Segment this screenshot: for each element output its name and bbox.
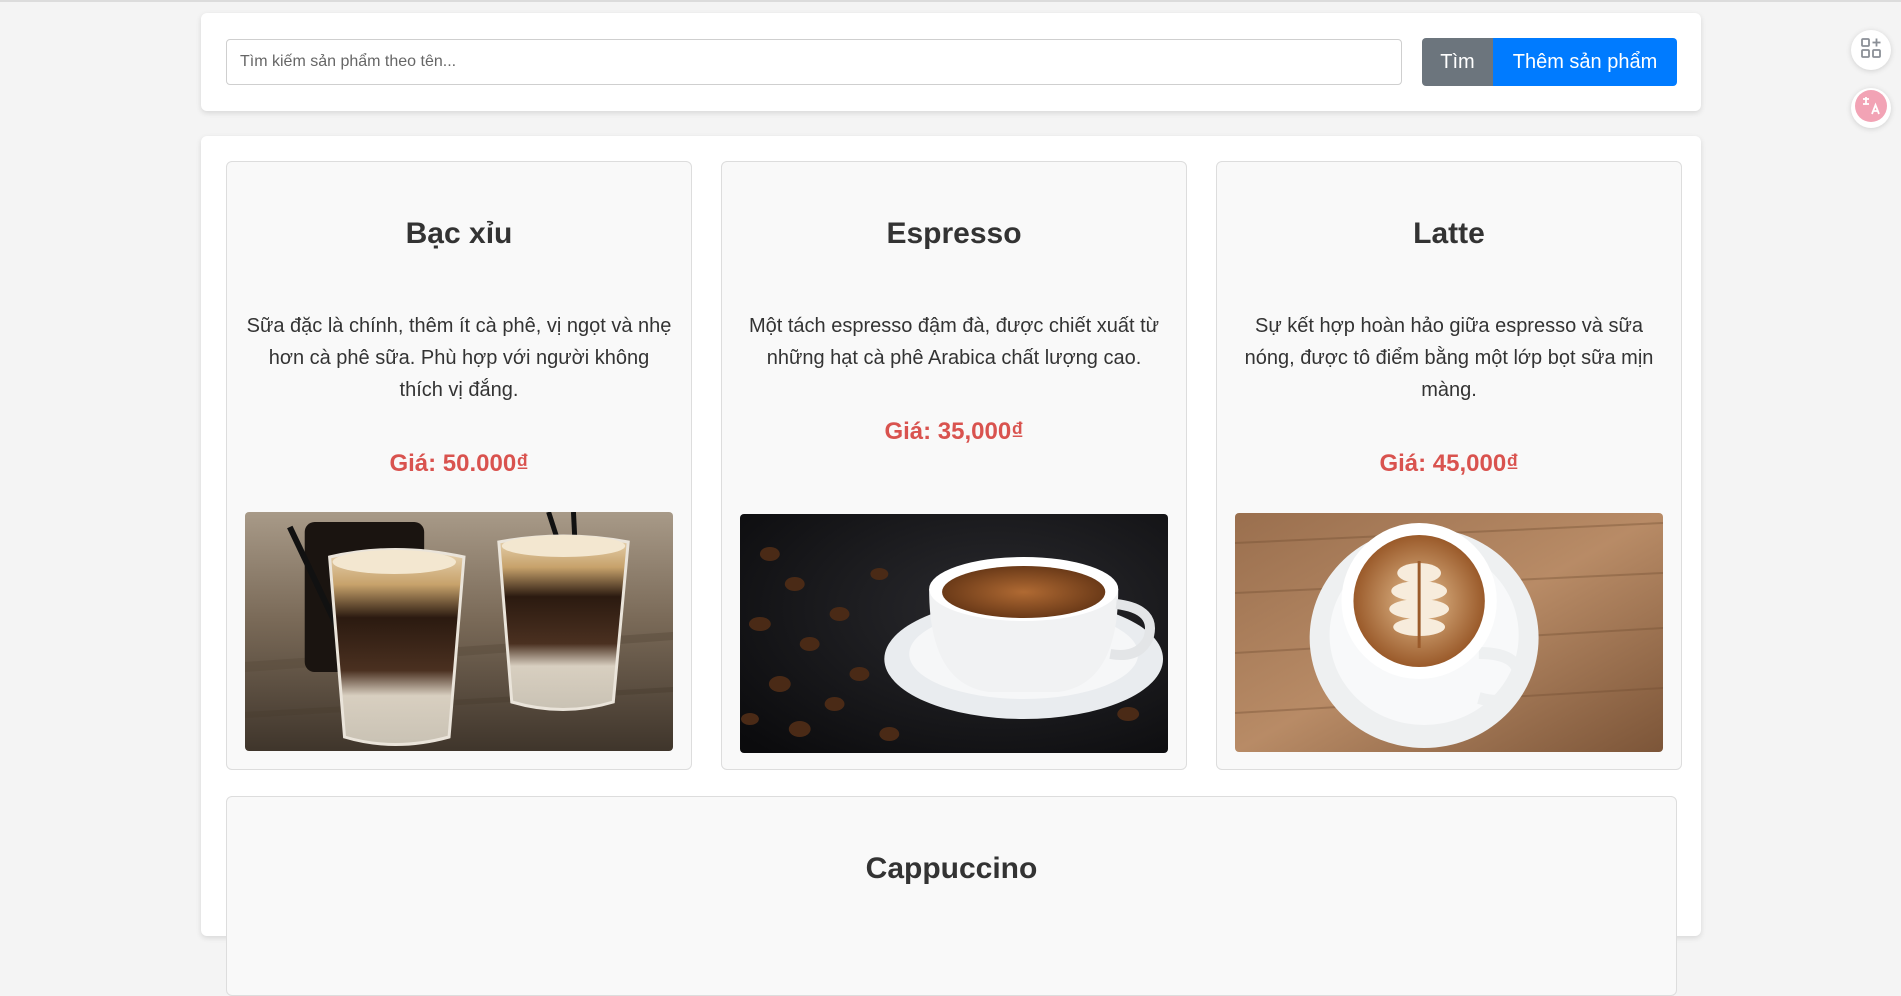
search-input[interactable] (226, 39, 1402, 85)
search-panel: Tìm Thêm sản phẩm (201, 13, 1701, 111)
translate-icon (1854, 89, 1888, 128)
product-description: Sữa đặc là chính, thêm ít cà phê, vị ngọ… (246, 315, 672, 401)
product-image (245, 512, 673, 751)
product-card[interactable]: Latte Sự kết hợp hoàn hảo giữa espresso … (1216, 161, 1682, 770)
product-price: Giá: 50.000₫ (389, 450, 529, 477)
side-tool-button[interactable] (1851, 30, 1891, 70)
search-button[interactable]: Tìm (1422, 38, 1493, 86)
top-border (0, 0, 1901, 2)
product-name: Cappuccino (865, 852, 1038, 885)
translate-button[interactable] (1851, 88, 1891, 128)
product-price: Giá: 35,000₫ (884, 418, 1024, 445)
product-description: Một tách espresso đậm đà, được chiết xuấ… (748, 315, 1160, 369)
product-name: Latte (1413, 217, 1485, 250)
product-list: Bạc xỉu Sữa đặc là chính, thêm ít cà phê… (201, 136, 1701, 996)
product-image (1235, 513, 1663, 752)
product-name: Espresso (886, 217, 1022, 250)
product-card[interactable]: Espresso Một tách espresso đậm đà, được … (721, 161, 1187, 770)
product-card[interactable]: Bạc xỉu Sữa đặc là chính, thêm ít cà phê… (226, 161, 692, 770)
grid-plus-icon (1860, 37, 1882, 64)
product-card[interactable]: Cappuccino (226, 796, 1677, 996)
product-description: Sự kết hợp hoàn hảo giữa espresso và sữa… (1244, 315, 1654, 401)
product-image (740, 514, 1168, 753)
product-name: Bạc xỉu (405, 217, 513, 250)
add-product-button[interactable]: Thêm sản phẩm (1493, 38, 1677, 86)
product-price: Giá: 45,000₫ (1379, 450, 1519, 477)
